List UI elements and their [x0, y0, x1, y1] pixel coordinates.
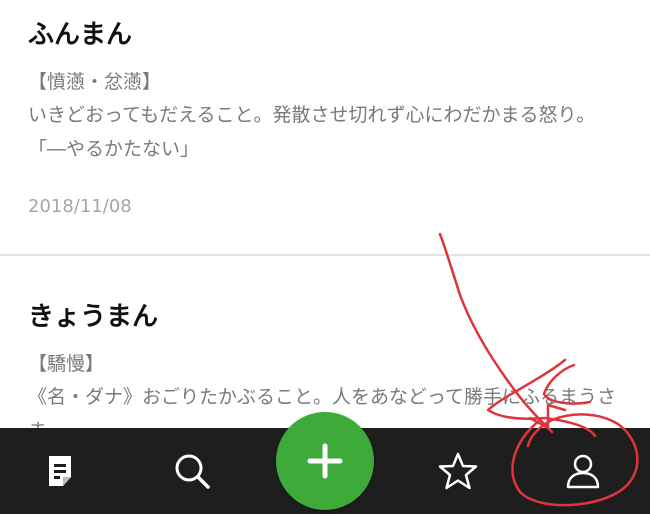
entry-word: きょうまん — [28, 302, 159, 332]
note-icon — [49, 456, 71, 486]
tab-favorites[interactable] — [418, 428, 498, 514]
list-item[interactable]: ふんまん 【憤懣・忿懣】 いきどおってもだえること。発散させ切れず心にわだかまる… — [0, 0, 650, 256]
user-icon — [566, 454, 600, 489]
add-word-button[interactable] — [276, 412, 374, 510]
entry-meaning: いきどおってもだえること。発散させ切れず心にわだかまる怒り。 「―やるかたない」 — [28, 104, 596, 160]
tab-notes[interactable] — [20, 428, 100, 514]
tab-profile[interactable] — [543, 428, 623, 514]
entry-kanji: 【憤懣・忿懣】 — [28, 71, 162, 93]
tab-search[interactable] — [152, 428, 232, 514]
entry-date: 2018/11/08 — [28, 196, 132, 217]
search-icon — [175, 454, 210, 489]
plus-icon — [307, 443, 343, 479]
entry-word: ふんまん — [28, 20, 133, 50]
list-item[interactable]: きょうまん 【驕慢】 《名・ダナ》おごりたかぶること。人をあなどって勝手にふるま… — [0, 256, 650, 428]
star-icon — [438, 452, 478, 490]
entry-kanji: 【驕慢】 — [28, 353, 105, 375]
word-feed: ふんまん 【憤懣・忿懣】 いきどおってもだえること。発散させ切れず心にわだかまる… — [0, 0, 650, 428]
